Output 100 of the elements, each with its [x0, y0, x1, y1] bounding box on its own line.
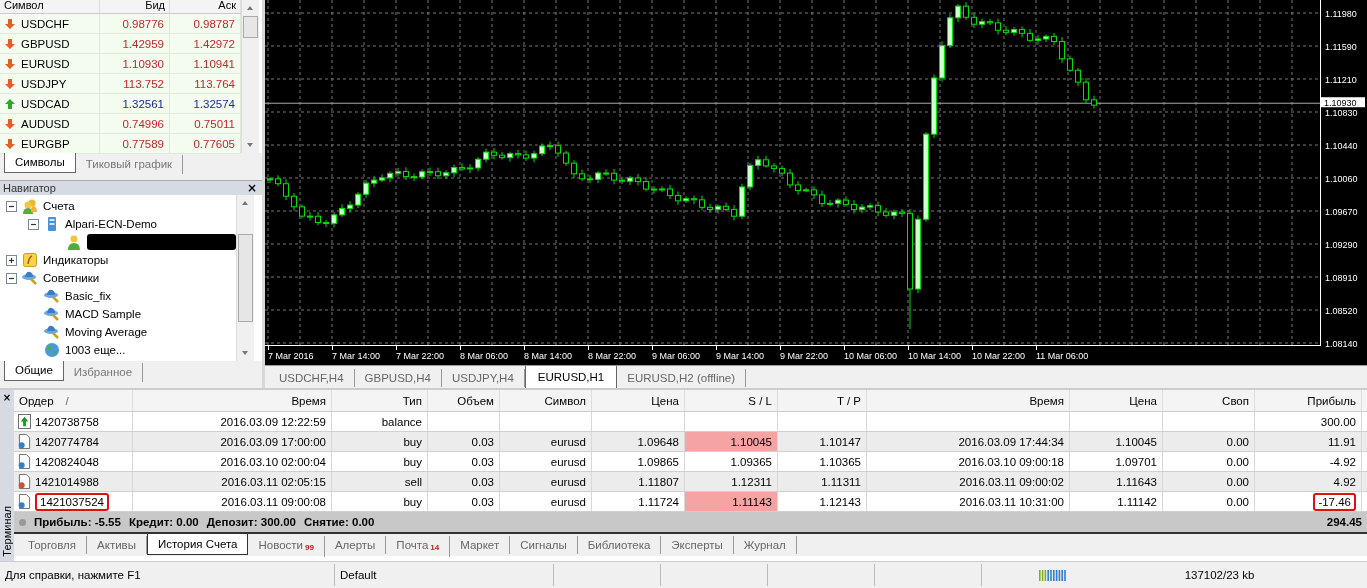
table-cell: 2016.03.11 02:05:15 — [133, 472, 332, 491]
panel-tab[interactable]: Общие — [4, 361, 64, 381]
table-cell: 1.09365 — [685, 452, 778, 471]
time-axis-label: 7 Mar 2016 — [268, 351, 314, 361]
table-cell: 0.03 — [428, 452, 500, 471]
column-header[interactable]: Время — [867, 390, 1070, 411]
tree-item[interactable]: Alpari-ECN-Demo — [65, 218, 158, 230]
symbol-name: EURGBP — [21, 137, 70, 150]
time-axis-label: 7 Mar 14:00 — [332, 351, 381, 361]
sort-indicator: / — [65, 394, 69, 407]
time-axis-label: 9 Mar 06:00 — [652, 351, 701, 361]
scrollbar[interactable] — [236, 195, 254, 361]
tree-item[interactable]: Moving Average — [65, 326, 148, 338]
time-axis-label: 11 Mar 06:00 — [1036, 351, 1089, 361]
table-cell: eurusd — [500, 472, 592, 491]
column-header[interactable]: Цена — [1070, 390, 1163, 411]
symbol-name: USDCAD — [21, 97, 70, 110]
table-cell: 2016.03.09 17:00:00 — [133, 432, 332, 451]
current-price-label: 1.10930 — [1321, 97, 1365, 108]
scrollbar[interactable] — [241, 0, 259, 153]
terminal-tab[interactable]: Маркет — [450, 536, 511, 554]
table-cell: 1.12143 — [778, 492, 867, 511]
terminal-tab[interactable]: Эксперты — [661, 536, 734, 554]
chart-tab[interactable]: USDCHF,H4 — [269, 369, 355, 387]
column-header[interactable]: T / P — [778, 390, 867, 411]
table-cell: 0.03 — [428, 492, 500, 511]
column-header[interactable]: Объем — [428, 390, 500, 411]
column-header[interactable]: Прибыль — [1255, 390, 1362, 411]
panel-title: Навигатор — [3, 182, 56, 194]
column-header[interactable]: Символ — [500, 390, 592, 411]
time-axis-label: 10 Mar 22:00 — [972, 351, 1026, 361]
price-axis-label: 1.09670 — [1325, 207, 1358, 217]
scroll-thumb[interactable] — [238, 234, 253, 322]
summary-text: Кредит: 0.00 — [128, 516, 199, 528]
panel-tab[interactable]: Символы — [4, 153, 76, 173]
table-cell: 4.92 — [1255, 472, 1362, 491]
terminal-tab[interactable]: Активы — [87, 536, 147, 554]
close-button[interactable]: × — [244, 182, 259, 194]
status-text: Default — [335, 564, 554, 587]
time-axis-label: 10 Mar 06:00 — [844, 351, 898, 361]
tree-item[interactable]: MACD Sample — [65, 308, 142, 320]
bid-price: 1.10930 — [100, 54, 170, 73]
traffic-text: 137102/23 kb — [1183, 568, 1256, 584]
table-cell: 2016.03.09 17:44:34 — [867, 432, 1070, 451]
scroll-thumb[interactable] — [243, 16, 258, 38]
bid-price: 1.42959 — [100, 34, 170, 53]
collapse-toggle[interactable] — [28, 218, 39, 230]
table-cell: 0.00 — [1163, 432, 1255, 451]
symbol-name: AUDUSD — [21, 117, 70, 130]
tree-item[interactable]: Индикаторы — [43, 254, 109, 266]
price-axis-label: 1.11980 — [1325, 9, 1357, 19]
total-balance: 294.45 — [1326, 516, 1362, 528]
terminal-tab[interactable]: Сигналы — [510, 536, 578, 554]
table-cell: 1.09701 — [1070, 452, 1163, 471]
column-header[interactable]: Цена — [592, 390, 685, 411]
table-cell: -4.92 — [1255, 452, 1362, 471]
terminal-tab[interactable]: Торговля — [18, 536, 88, 554]
table-cell: 1.10045 — [1070, 432, 1163, 451]
column-header[interactable]: Ордер / — [14, 390, 133, 411]
column-header[interactable]: Символ — [0, 0, 100, 13]
time-axis-label: 8 Mar 14:00 — [524, 351, 573, 361]
tree-item[interactable]: Советники — [43, 272, 100, 284]
column-title: Ордер — [19, 394, 54, 407]
time-axis-label: 9 Mar 14:00 — [716, 351, 765, 361]
bid-price: 0.77589 — [100, 134, 170, 153]
table-cell: buy — [332, 452, 428, 471]
bid-price: 0.98776 — [100, 14, 170, 33]
panel-tab[interactable]: Тиковый график — [75, 155, 184, 174]
chart-tab[interactable]: USDJPY,H4 — [442, 369, 525, 387]
column-header[interactable]: Своп — [1163, 390, 1255, 411]
terminal-tab[interactable]: История Счета — [146, 534, 249, 555]
order-number: 1421014988 — [35, 475, 99, 488]
column-header[interactable]: Тип — [332, 390, 428, 411]
table-cell: 1.10147 — [778, 432, 867, 451]
time-axis-label: 8 Mar 06:00 — [460, 351, 509, 361]
chart-tab[interactable]: GBPUSD,H4 — [354, 369, 442, 387]
column-header[interactable]: Время — [133, 390, 332, 411]
collapse-toggle[interactable] — [6, 272, 17, 284]
terminal-tab[interactable]: Журнал — [733, 536, 797, 554]
table-cell: 1.10365 — [778, 452, 867, 471]
terminal-tab[interactable]: Алерты — [324, 536, 387, 554]
table-cell: 1.10045 — [685, 432, 778, 451]
expand-toggle[interactable] — [6, 254, 17, 266]
table-cell: 0.03 — [428, 432, 500, 451]
terminal-tab[interactable]: Библиотека — [577, 536, 662, 554]
close-button[interactable]: × — [2, 390, 12, 404]
table-cell: eurusd — [500, 452, 592, 471]
tree-item[interactable]: Счета — [43, 200, 75, 212]
table-cell: balance — [332, 412, 428, 431]
table-cell: 1.11807 — [592, 472, 685, 491]
panel-tab[interactable]: Избранное — [63, 363, 144, 382]
table-cell: 2016.03.09 12:22:59 — [133, 412, 332, 431]
order-number: 1420738758 — [35, 415, 99, 428]
column-header[interactable]: Бид — [100, 0, 170, 13]
tree-item[interactable]: Basic_fix — [65, 290, 112, 302]
chart-tab[interactable]: EURUSD,H2 (offline) — [617, 369, 747, 387]
collapse-toggle[interactable] — [6, 200, 17, 212]
column-header[interactable]: S / L — [685, 390, 778, 411]
table-cell: 0.00 — [1163, 472, 1255, 491]
tree-item[interactable]: 1003 еще... — [65, 344, 126, 356]
